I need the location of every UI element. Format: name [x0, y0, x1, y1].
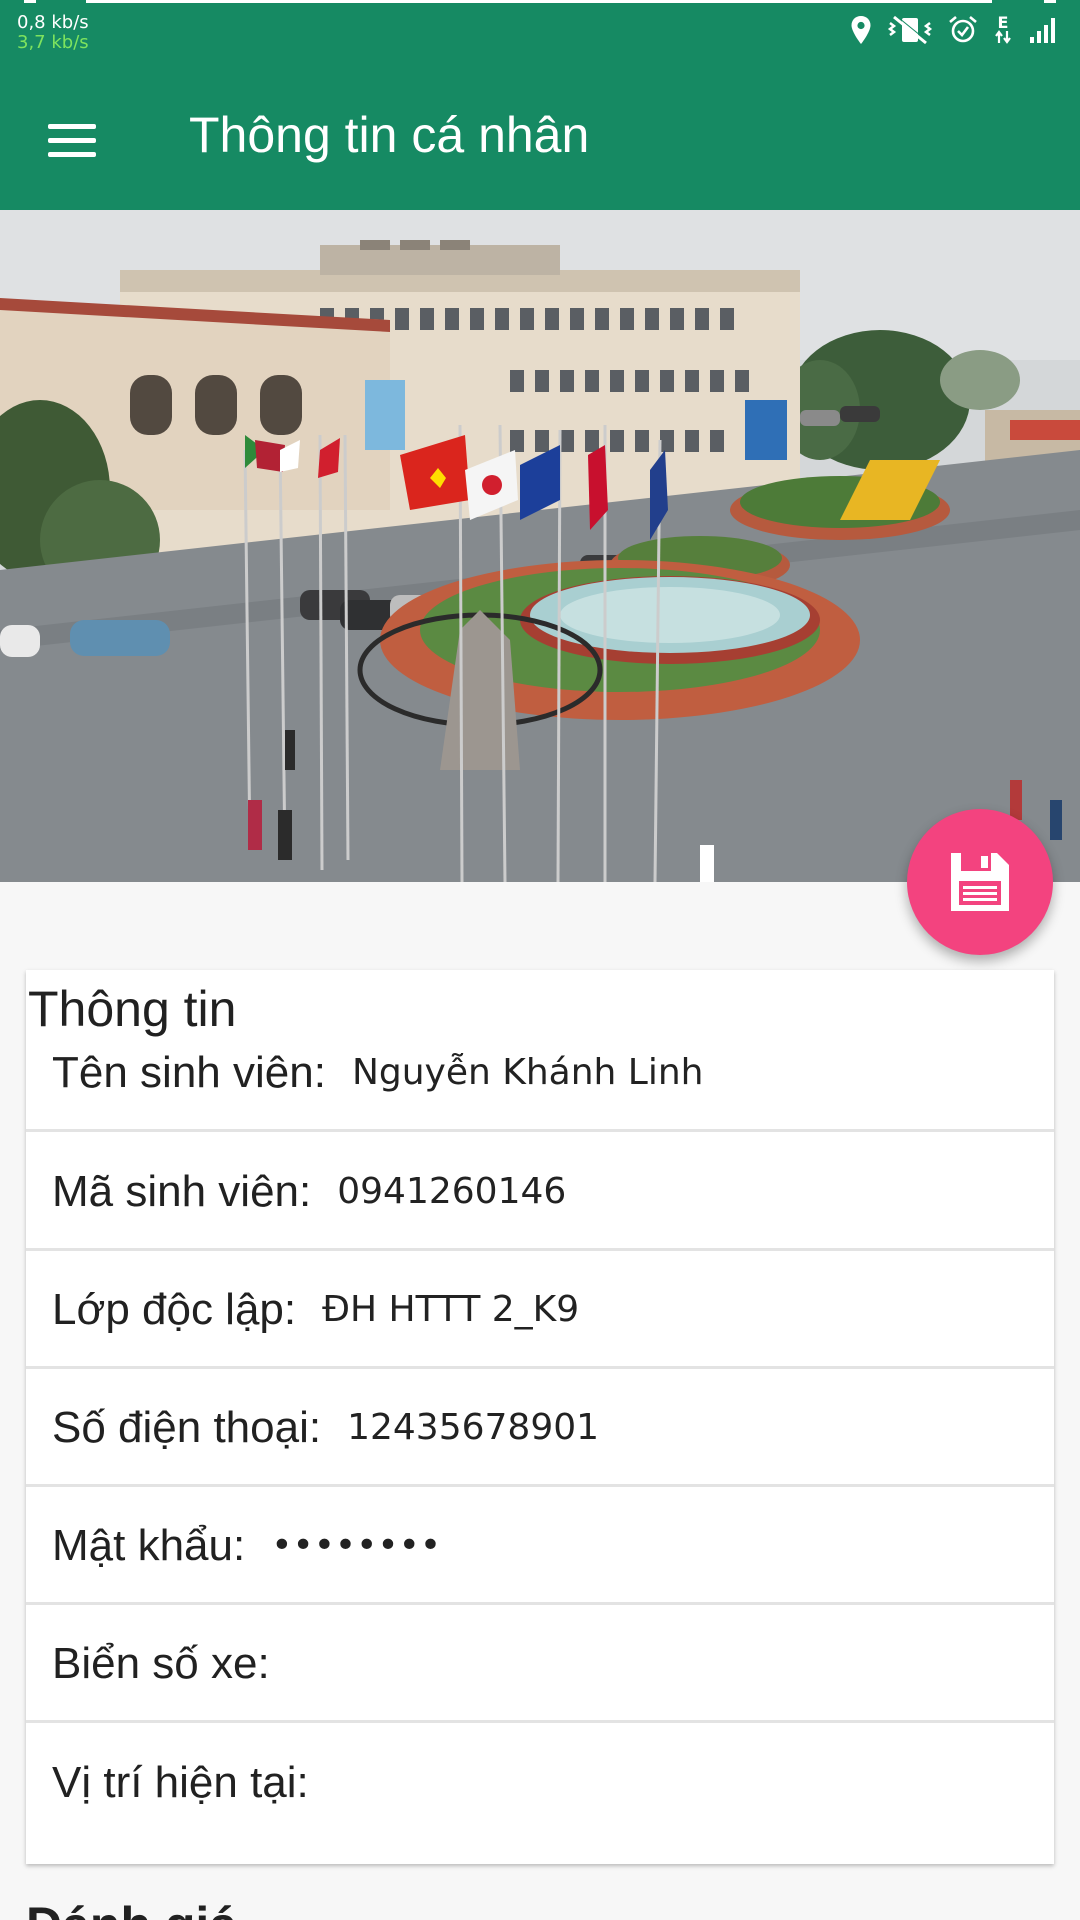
status-bar-edge — [1044, 0, 1056, 3]
status-bar-progress-line — [86, 0, 992, 3]
field-row-student-id: Mã sinh viên: 0941260146 — [26, 1135, 1054, 1251]
field-row-student-name: Tên sinh viên: Nguyễn Khánh Linh — [26, 1016, 1054, 1132]
field-label: Tên sinh viên: — [52, 1047, 326, 1097]
page-title: Thông tin cá nhân — [189, 107, 590, 163]
location-icon — [851, 16, 871, 44]
alarm-icon — [949, 16, 977, 43]
network-type-label: E — [997, 13, 1009, 32]
field-label: Vị trí hiện tại: — [52, 1758, 309, 1807]
save-button[interactable] — [907, 809, 1053, 955]
rating-section-title: Đánh giá — [26, 1896, 237, 1920]
save-floppy-icon — [951, 853, 1009, 911]
student-name-value[interactable]: Nguyễn Khánh Linh — [352, 1052, 704, 1093]
student-id-value[interactable]: 0941260146 — [337, 1171, 566, 1212]
signal-icon — [1030, 18, 1055, 43]
upload-speed: 0,8 kb/s — [17, 12, 89, 33]
field-row-password: Mật khẩu: •••••••• — [26, 1489, 1054, 1605]
app-bar: Thông tin cá nhân — [0, 60, 1080, 210]
status-bar: 0,8 kb/s 3,7 kb/s E — [0, 0, 1080, 60]
field-label: Lớp độc lập: — [52, 1284, 297, 1334]
hamburger-menu-icon[interactable] — [40, 112, 104, 168]
info-card: Thông tin Tên sinh viên: Nguyễn Khánh Li… — [26, 970, 1054, 1864]
download-speed: 3,7 kb/s — [17, 32, 89, 53]
field-label: Mã sinh viên: — [52, 1166, 312, 1216]
class-value[interactable]: ĐH HTTT 2_K9 — [322, 1289, 579, 1330]
field-label: Mật khẩu: — [52, 1520, 246, 1570]
phone-value[interactable]: 12435678901 — [347, 1407, 599, 1448]
field-label: Số điện thoại: — [52, 1402, 322, 1452]
vibrate-off-icon — [887, 15, 933, 45]
password-value[interactable]: •••••••• — [271, 1525, 441, 1566]
data-arrows-icon: E — [992, 13, 1014, 44]
field-row-class: Lớp độc lập: ĐH HTTT 2_K9 — [26, 1253, 1054, 1369]
field-row-current-location: Vị trí hiện tại: — [26, 1725, 1054, 1841]
field-row-phone: Số điện thoại: 12435678901 — [26, 1371, 1054, 1487]
status-bar-edge — [24, 0, 36, 3]
field-label: Biển số xe: — [52, 1638, 270, 1688]
field-row-license-plate: Biển số xe: — [26, 1607, 1054, 1723]
header-campus-photo — [0, 210, 1080, 882]
